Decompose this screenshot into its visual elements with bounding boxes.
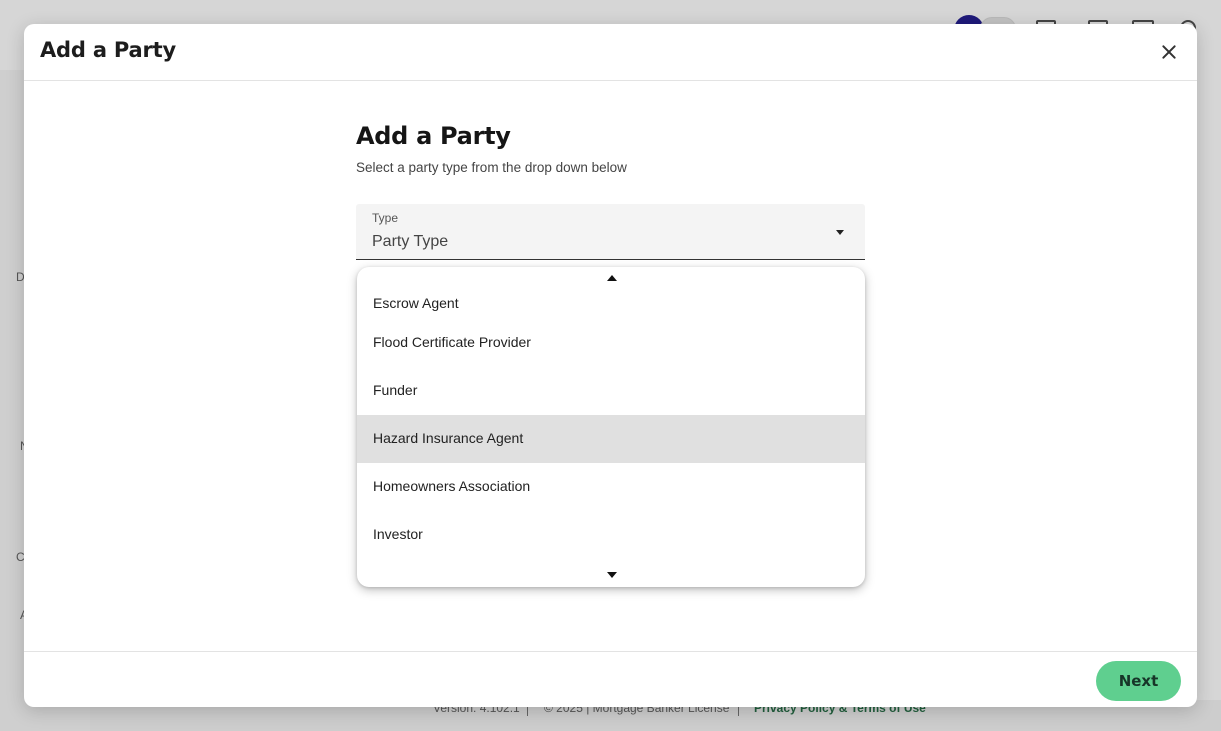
dropdown-option[interactable]: Investor: [357, 511, 865, 559]
option-label: Funder: [373, 382, 418, 398]
close-icon[interactable]: [1155, 38, 1183, 66]
modal-title: Add a Party: [40, 38, 176, 62]
option-label: Flood Certificate Provider: [373, 334, 531, 350]
modal-footer: Next: [24, 651, 1197, 707]
dropdown-option[interactable]: Funder: [357, 367, 865, 415]
dropdown-option-highlighted[interactable]: Hazard Insurance Agent: [357, 415, 865, 463]
dropdown-option[interactable]: Homeowners Association: [357, 463, 865, 511]
party-type-select[interactable]: Type Party Type: [356, 204, 865, 260]
option-label: Homeowners Association: [373, 478, 531, 494]
dropdown-option[interactable]: Flood Certificate Provider: [357, 319, 865, 367]
option-label: Escrow Agent: [373, 295, 459, 311]
select-label: Type: [372, 211, 399, 225]
party-type-dropdown: Escrow Agent Flood Certificate Provider …: [357, 267, 865, 587]
select-value: Party Type: [372, 233, 449, 250]
modal-header: Add a Party: [24, 24, 1197, 81]
scroll-down-arrow-icon[interactable]: [607, 572, 617, 578]
add-party-modal: Add a Party Add a Party Select a party t…: [24, 24, 1197, 707]
page-title: Add a Party: [356, 122, 511, 150]
page-subtitle: Select a party type from the drop down b…: [356, 160, 627, 175]
option-label: Hazard Insurance Agent: [373, 430, 524, 446]
next-button[interactable]: Next: [1096, 661, 1181, 701]
modal-content: Add a Party Select a party type from the…: [356, 122, 865, 175]
dropdown-option[interactable]: Escrow Agent: [357, 275, 865, 323]
chevron-down-icon: [836, 230, 844, 235]
option-label: Investor: [373, 526, 423, 542]
